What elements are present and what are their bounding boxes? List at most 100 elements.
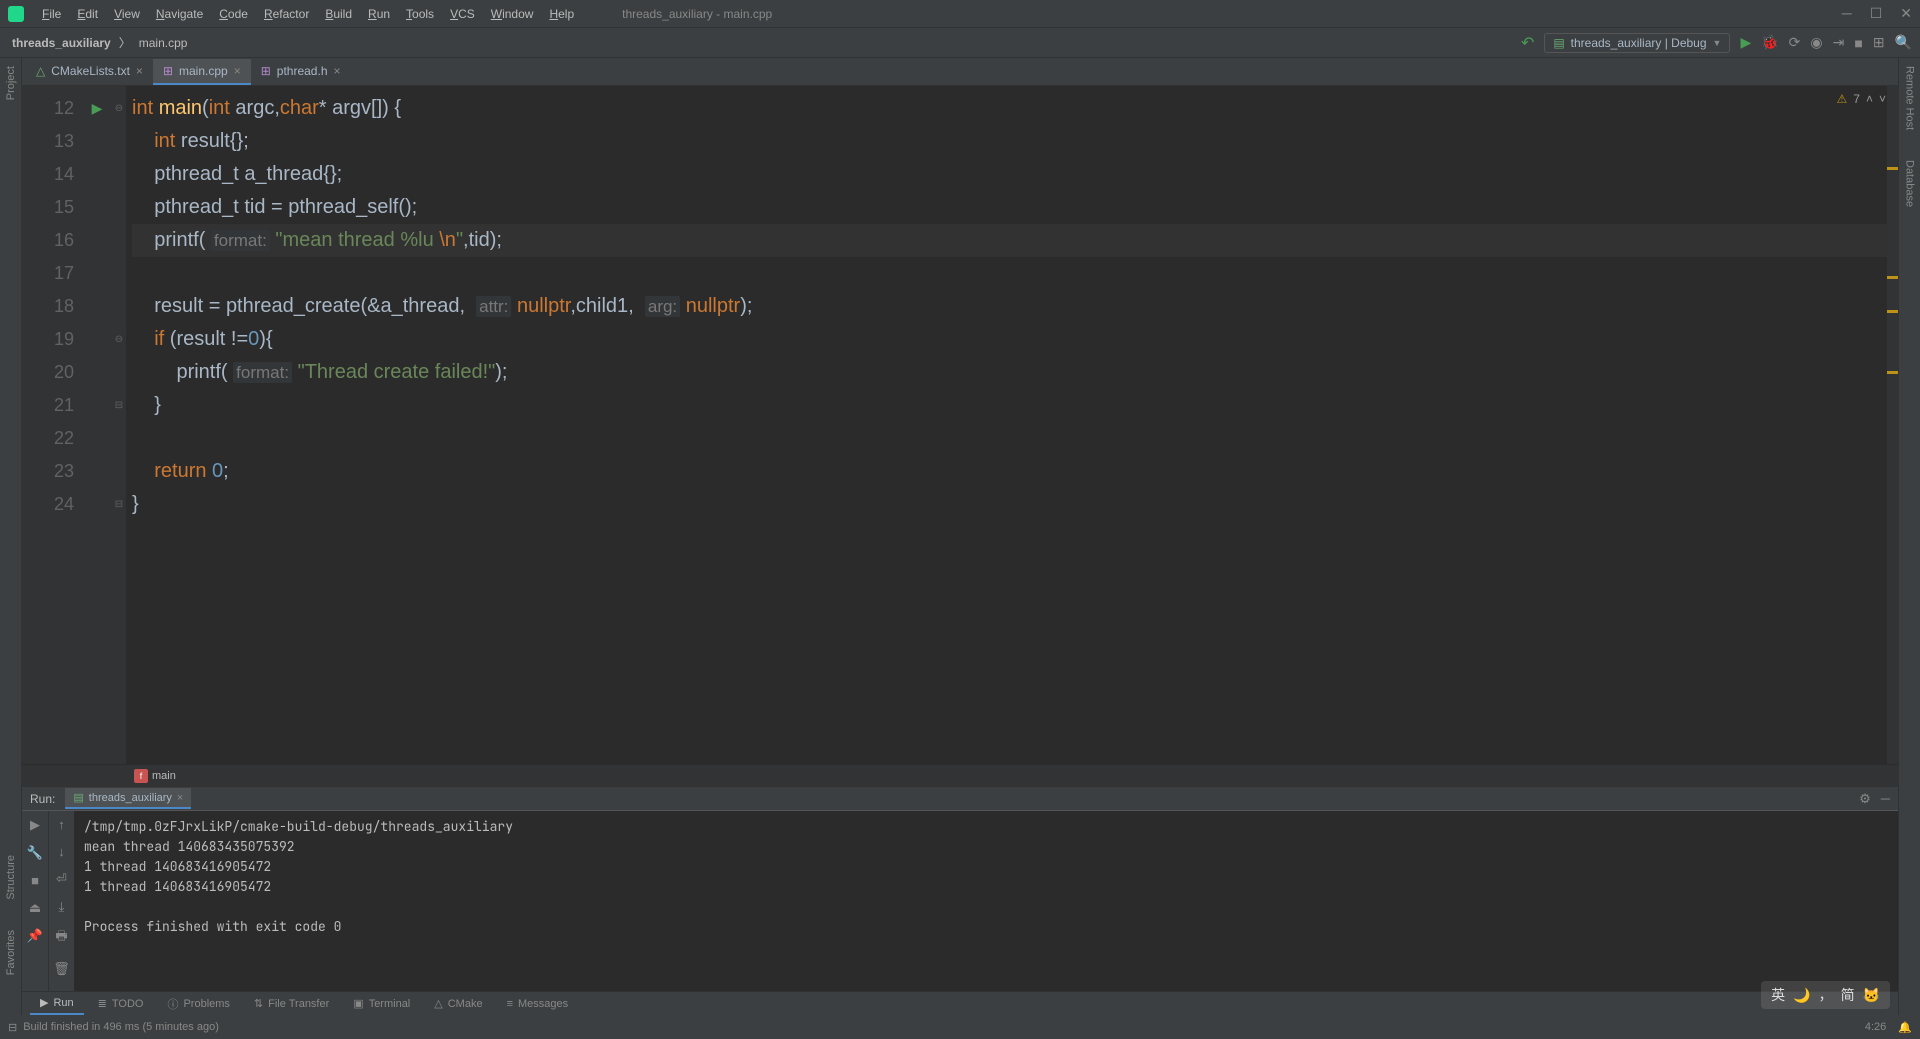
up-icon[interactable]: ↑ — [58, 817, 65, 832]
code-editor[interactable]: 12131415161718192021222324 ▶ ⊖⊖⊟⊟ int ma… — [22, 86, 1898, 764]
bottom-tab-cmake[interactable]: △CMake — [424, 992, 492, 1015]
minimize-button[interactable]: ─ — [1842, 5, 1852, 22]
error-stripe[interactable] — [1887, 86, 1898, 764]
exit-icon[interactable]: ⏏ — [29, 900, 41, 916]
close-button[interactable]: ✕ — [1900, 5, 1912, 22]
tab-pthread.h[interactable]: ⊞pthread.h× — [251, 59, 351, 85]
hide-icon[interactable]: ─ — [1881, 791, 1890, 807]
code-body[interactable]: int main(int argc,char* argv[]) { int re… — [126, 86, 1898, 764]
editor-zone: △CMakeLists.txt×⊞main.cpp×⊞pthread.h× 12… — [22, 58, 1898, 1015]
line-number: 20 — [22, 356, 74, 389]
tab-label: pthread.h — [277, 64, 328, 78]
down-icon[interactable]: ↓ — [58, 844, 65, 859]
chevron-down-icon: ▼ — [1713, 38, 1722, 48]
structure-tool-button[interactable]: Structure — [5, 855, 17, 900]
menu-build[interactable]: Build — [317, 7, 360, 21]
inspection-indicator[interactable]: ⚠ 7 ˄ ˅ — [1837, 92, 1886, 106]
line-number: 18 — [22, 290, 74, 323]
left-tool-strip: Project Structure Favorites — [0, 58, 22, 1015]
close-icon[interactable]: × — [234, 64, 241, 78]
breadcrumb-project[interactable]: threads_auxiliary — [8, 36, 115, 50]
run-button[interactable]: ▶ — [1740, 34, 1751, 51]
layout-icon[interactable]: ⊞ — [1873, 34, 1885, 51]
maximize-button[interactable]: ☐ — [1870, 5, 1883, 22]
search-icon[interactable]: 🔍 — [1895, 34, 1912, 51]
tab-CMakeLists.txt[interactable]: △CMakeLists.txt× — [26, 59, 153, 85]
breadcrumb-fn[interactable]: main — [152, 770, 176, 782]
coverage-icon[interactable]: ⟳ — [1789, 34, 1801, 51]
code-line-13[interactable]: int result{}; — [132, 125, 1898, 158]
menu-code[interactable]: Code — [211, 7, 256, 21]
profile-icon[interactable]: ◉ — [1810, 34, 1822, 51]
tab-label: main.cpp — [179, 64, 228, 78]
bottom-tab-file-transfer[interactable]: ⇅File Transfer — [244, 992, 339, 1015]
status-bar: ⊟ Build finished in 496 ms (5 minutes ag… — [0, 1015, 1920, 1039]
code-line-23[interactable]: return 0; — [132, 455, 1898, 488]
code-line-20[interactable]: printf( format: "Thread create failed!")… — [132, 356, 1898, 389]
code-line-12[interactable]: int main(int argc,char* argv[]) { — [132, 92, 1898, 125]
scroll-icon[interactable]: ⤓ — [59, 899, 65, 915]
bottom-tab-todo[interactable]: ≣TODO — [88, 992, 154, 1015]
run-tab[interactable]: ▤ threads_auxiliary × — [65, 788, 191, 809]
menu-run[interactable]: Run — [360, 7, 398, 21]
menu-file[interactable]: File — [34, 7, 69, 21]
close-icon[interactable]: × — [334, 64, 341, 78]
bottom-tab-messages[interactable]: ≡Messages — [497, 992, 579, 1015]
build-icon[interactable]: ↷ — [1521, 33, 1534, 53]
bottom-tab-problems[interactable]: ⓘProblems — [157, 992, 239, 1015]
menu-tools[interactable]: Tools — [398, 7, 442, 21]
rerun-icon[interactable]: ▶ — [30, 817, 40, 833]
chevron-down-icon[interactable]: ˅ — [1879, 92, 1886, 106]
project-tool-button[interactable]: Project — [5, 66, 17, 100]
softwrap-icon[interactable]: ⏎ — [56, 871, 67, 887]
run-config-name: threads_auxiliary | Debug — [1571, 36, 1707, 50]
bottom-tab-run[interactable]: ▶Run — [30, 992, 84, 1015]
menu-help[interactable]: Help — [541, 7, 582, 21]
favorites-tool-button[interactable]: Favorites — [5, 930, 17, 975]
tab-icon: ⓘ — [167, 996, 178, 1012]
status-notif-icon[interactable]: 🔔 — [1898, 1021, 1912, 1034]
chevron-up-icon[interactable]: ˄ — [1866, 92, 1873, 106]
console-output[interactable]: /tmp/tmp.0zFJrxLikP/cmake-build-debug/th… — [74, 811, 1898, 991]
status-icon[interactable]: ⊟ — [8, 1021, 17, 1034]
code-line-21[interactable]: } — [132, 389, 1898, 422]
menu-refactor[interactable]: Refactor — [256, 7, 317, 21]
attach-icon[interactable]: ⇥ — [1833, 34, 1845, 51]
gear-icon[interactable]: ⚙ — [1859, 791, 1871, 807]
print-icon[interactable]: 🖶 — [55, 927, 67, 949]
menu-window[interactable]: Window — [483, 7, 542, 21]
menu-navigate[interactable]: Navigate — [148, 7, 211, 21]
run-gutter-icon[interactable]: ▶ — [82, 92, 112, 125]
trash-icon[interactable]: 🗑 — [53, 961, 70, 977]
stop-button[interactable]: ■ — [1854, 35, 1862, 51]
code-line-16[interactable]: printf( format: "mean thread %lu \n",tid… — [132, 224, 1898, 257]
title-bar: FileEditViewNavigateCodeRefactorBuildRun… — [0, 0, 1920, 28]
bottom-tab-terminal[interactable]: ▣Terminal — [343, 992, 420, 1015]
code-line-15[interactable]: pthread_t tid = pthread_self(); — [132, 191, 1898, 224]
stop-icon[interactable]: ■ — [31, 873, 39, 888]
run-config-selector[interactable]: ▤ threads_auxiliary | Debug ▼ — [1544, 33, 1730, 53]
breadcrumb-file[interactable]: main.cpp — [135, 36, 192, 50]
line-number: 14 — [22, 158, 74, 191]
debug-button[interactable]: 🐞 — [1761, 34, 1778, 51]
database-tool-button[interactable]: Database — [1904, 160, 1916, 207]
close-icon[interactable]: × — [177, 792, 183, 804]
code-line-22[interactable] — [132, 422, 1898, 455]
menu-view[interactable]: View — [106, 7, 148, 21]
warning-icon: ⚠ — [1837, 92, 1848, 106]
tab-main.cpp[interactable]: ⊞main.cpp× — [153, 59, 251, 85]
code-line-24[interactable]: } — [132, 488, 1898, 521]
line-number: 22 — [22, 422, 74, 455]
ime-overlay[interactable]: 英 🌙 ， 简 🐱 — [1761, 981, 1890, 1009]
code-line-17[interactable] — [132, 257, 1898, 290]
remote-host-tool-button[interactable]: Remote Host — [1904, 66, 1916, 130]
menu-vcs[interactable]: VCS — [442, 7, 483, 21]
code-line-18[interactable]: result = pthread_create(&a_thread, attr:… — [132, 290, 1898, 323]
menu-edit[interactable]: Edit — [69, 7, 106, 21]
pin-icon[interactable]: 📌 — [27, 928, 43, 944]
wrench-icon[interactable]: 🔧 — [27, 845, 43, 861]
tab-label: CMake — [448, 998, 483, 1010]
close-icon[interactable]: × — [136, 64, 143, 78]
code-line-19[interactable]: if (result !=0){ — [132, 323, 1898, 356]
code-line-14[interactable]: pthread_t a_thread{}; — [132, 158, 1898, 191]
